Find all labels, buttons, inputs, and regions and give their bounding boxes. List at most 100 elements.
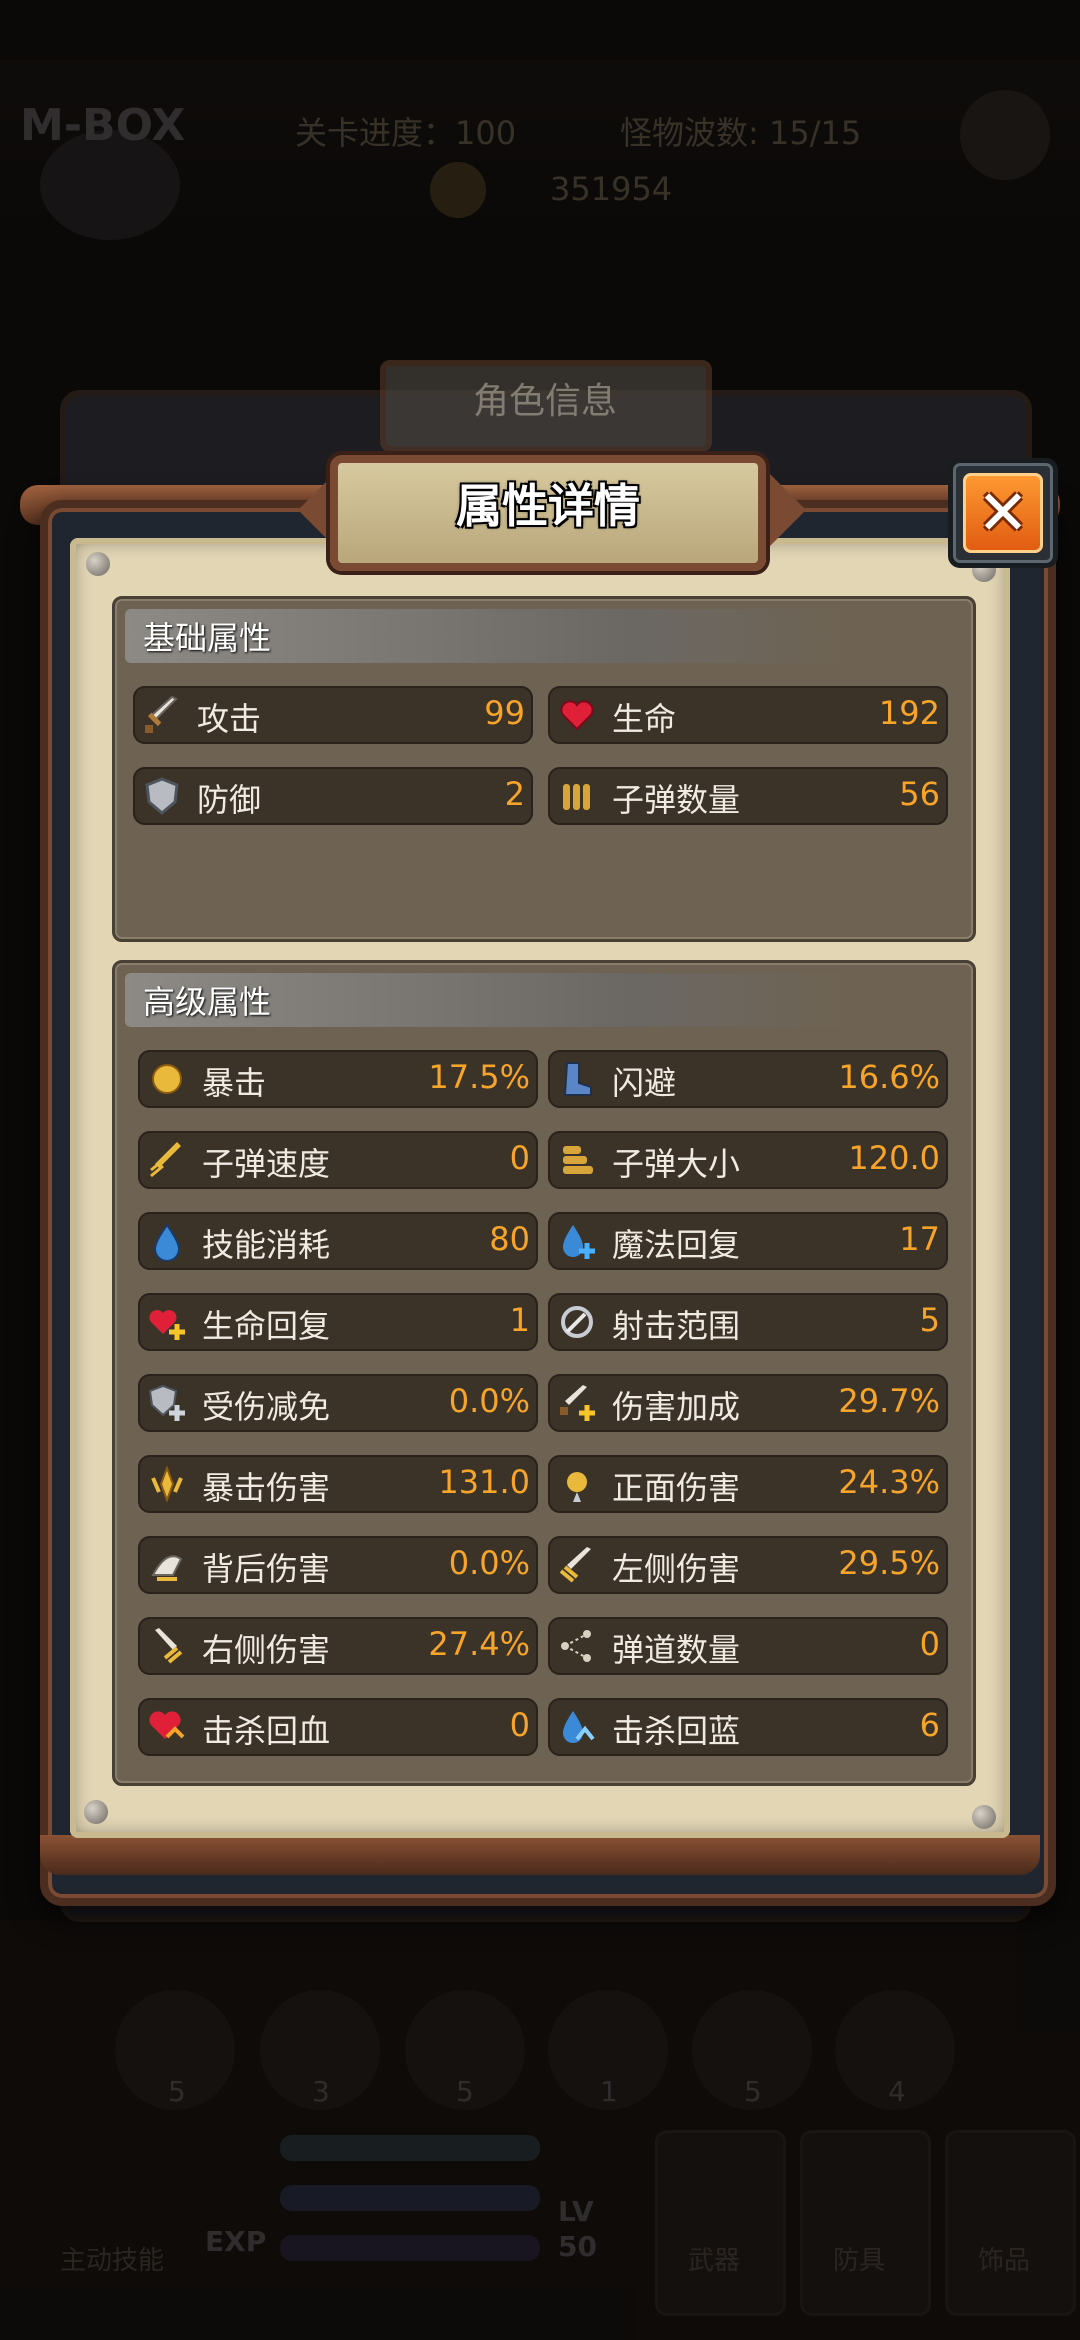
stat-name: 技能消耗 (202, 1226, 331, 1264)
stat-name: 右侧伤害 (202, 1631, 331, 1669)
settings-gear-icon[interactable] (960, 90, 1050, 180)
bullet-size-icon (554, 1137, 600, 1183)
stat-value: 2 (504, 775, 525, 813)
stat-name: 弹道数量 (612, 1631, 741, 1669)
stat-value: 0 (509, 1706, 530, 1744)
boot-icon (554, 1056, 600, 1102)
front-damage-icon (554, 1461, 600, 1507)
stat-name: 生命 (612, 700, 677, 738)
stat-value: 192 (878, 694, 940, 732)
stat-value: 56 (899, 775, 940, 813)
stat-value: 16.6% (838, 1058, 940, 1096)
level-progress: 关卡进度：100 (295, 114, 517, 152)
stat-fist: 暴击 17.5% (138, 1050, 538, 1108)
stat-value: 1 (509, 1301, 530, 1339)
stat-crit-damage: 暴击伤害 131.0 (138, 1455, 538, 1513)
hp-bar (280, 2135, 540, 2161)
shield-plus-icon (144, 1380, 190, 1426)
mana-drop-icon (144, 1218, 190, 1264)
stat-kill-heal: 击杀回血 0 (138, 1698, 538, 1756)
mana-bar (280, 2185, 540, 2211)
weapon-card[interactable] (655, 2130, 786, 2316)
slot-count: 5 (744, 2075, 762, 2108)
stat-name: 射击范围 (612, 1307, 741, 1345)
exp-bar (280, 2235, 540, 2261)
stat-left-damage: 左侧伤害 29.5% (548, 1536, 948, 1594)
left-damage-icon (554, 1542, 600, 1588)
stat-name: 防御 (197, 781, 262, 819)
stat-value: 29.7% (838, 1382, 940, 1420)
stat-value: 24.3% (838, 1463, 940, 1501)
stat-front-damage: 正面伤害 24.3% (548, 1455, 948, 1513)
stat-name: 子弹大小 (612, 1145, 741, 1183)
stat-boot: 闪避 16.6% (548, 1050, 948, 1108)
exp-label: EXP (205, 2225, 267, 2258)
character-info-title: 角色信息 (472, 381, 617, 422)
stat-value: 80 (489, 1220, 530, 1258)
stat-name: 击杀回血 (202, 1712, 331, 1750)
armor-label: 防具 (833, 2246, 886, 2276)
close-button[interactable]: ✕ (948, 458, 1058, 568)
gold-coin-icon (430, 162, 486, 218)
accessory-card[interactable] (945, 2130, 1076, 2316)
close-icon[interactable]: ✕ (963, 477, 1043, 549)
stat-name: 击杀回蓝 (612, 1712, 741, 1750)
armor-card[interactable] (800, 2130, 931, 2316)
stat-name: 子弹速度 (202, 1145, 331, 1183)
auto-skill-label: 主动技能 (60, 2246, 165, 2276)
stat-value: 0 (509, 1139, 530, 1177)
section-title: 高级属性 (143, 983, 272, 1021)
stat-value: 120.0 (848, 1139, 940, 1177)
stat-bullet-speed: 子弹速度 0 (138, 1131, 538, 1189)
accessory-label: 饰品 (978, 2246, 1031, 2276)
kill-heal-icon (144, 1704, 190, 1750)
stat-name: 子弹数量 (612, 781, 741, 819)
lv-value: 50 (558, 2230, 597, 2263)
stat-name: 生命回复 (202, 1307, 331, 1345)
sword-plus-icon (554, 1380, 600, 1426)
monster-waves: 怪物波数: 15/15 (620, 114, 862, 152)
stat-range: 射击范围 5 (548, 1293, 948, 1351)
stat-back-damage: 背后伤害 0.0% (138, 1536, 538, 1594)
crit-damage-icon (144, 1461, 190, 1507)
stat-attack: 攻击 99 (133, 686, 533, 744)
stat-name: 伤害加成 (612, 1388, 741, 1426)
stat-name: 受伤减免 (202, 1388, 331, 1426)
stat-name: 攻击 (197, 700, 262, 738)
slot-count: 1 (600, 2075, 618, 2108)
close-button-face[interactable]: ✕ (963, 473, 1043, 553)
bullets-icon (554, 773, 600, 819)
stat-mana-plus: 魔法回复 17 (548, 1212, 948, 1270)
back-damage-icon (144, 1542, 190, 1588)
stat-heart-plus: 生命回复 1 (138, 1293, 538, 1351)
lv-label: LV (558, 2195, 594, 2228)
stat-value: 131.0 (438, 1463, 530, 1501)
stat-mana-drop: 技能消耗 80 (138, 1212, 538, 1270)
stat-value: 27.4% (428, 1625, 530, 1663)
sword-icon (139, 692, 185, 738)
stat-name: 背后伤害 (202, 1550, 331, 1588)
fist-icon (144, 1056, 190, 1102)
stat-shield-plus: 受伤减免 0.0% (138, 1374, 538, 1432)
stat-value: 0.0% (448, 1382, 530, 1420)
stat-trajectory: 弹道数量 0 (548, 1617, 948, 1675)
stat-bullet-size: 子弹大小 120.0 (548, 1131, 948, 1189)
stat-value: 17 (899, 1220, 940, 1258)
stat-name: 左侧伤害 (612, 1550, 741, 1588)
stat-value: 99 (484, 694, 525, 732)
slot-count: 4 (888, 2075, 906, 2108)
stat-value: 6 (919, 1706, 940, 1744)
stat-value: 0 (919, 1625, 940, 1663)
stat-bullet-count: 子弹数量 56 (548, 767, 948, 825)
bullet-speed-icon (144, 1137, 190, 1183)
stat-name: 魔法回复 (612, 1226, 741, 1264)
range-icon (554, 1299, 600, 1345)
slot-count: 3 (312, 2075, 330, 2108)
heart-icon (554, 692, 600, 738)
slot-count: 5 (456, 2075, 474, 2108)
rivet-icon (972, 1805, 996, 1829)
stat-sword-plus: 伤害加成 29.7% (548, 1374, 948, 1432)
stat-value: 29.5% (838, 1544, 940, 1582)
right-damage-icon (144, 1623, 190, 1669)
game-logo: M-BOX (20, 100, 186, 151)
